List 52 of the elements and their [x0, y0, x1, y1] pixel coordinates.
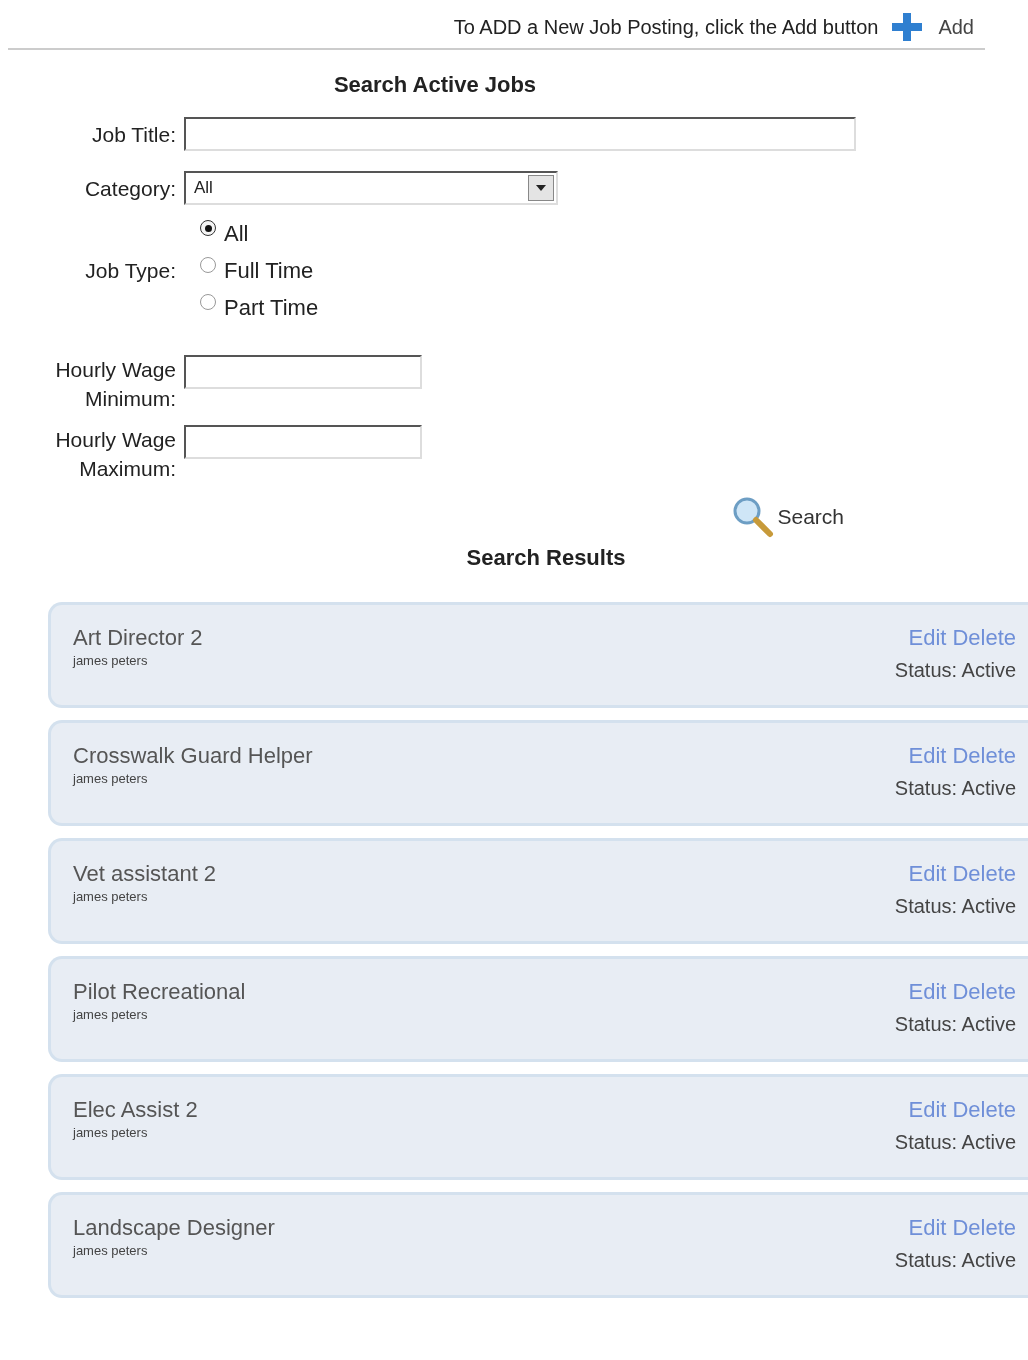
radio-label: Full Time	[224, 256, 314, 285]
edit-link[interactable]: Edit	[908, 625, 947, 651]
job-owner: james peters	[73, 1006, 149, 1024]
edit-link[interactable]: Edit	[908, 1215, 947, 1241]
job-title-field[interactable]	[184, 117, 856, 151]
radio-label: Part Time	[224, 293, 319, 322]
job-owner: james peters	[73, 888, 149, 906]
job-title: Pilot Recreational	[73, 979, 246, 1005]
status-text: Status: Active	[894, 1248, 1016, 1273]
section-title: Search Active Jobs	[333, 72, 537, 97]
delete-link[interactable]: Delete	[952, 743, 1016, 769]
status-text: Status: Active	[894, 1012, 1016, 1037]
job-title: Landscape Designer	[73, 1215, 275, 1241]
edit-link[interactable]: Edit	[908, 979, 947, 1005]
job-title: Crosswalk Guard Helper	[73, 743, 313, 769]
delete-link[interactable]: Delete	[952, 1097, 1016, 1123]
search-button[interactable]: Search	[731, 495, 844, 539]
field-label: Category:	[84, 176, 176, 200]
delete-link[interactable]: Delete	[952, 979, 1016, 1005]
job-owner: james peters	[73, 770, 149, 788]
wage-max-field[interactable]	[184, 425, 422, 459]
job-owner: james peters	[73, 652, 149, 670]
search-icon	[731, 495, 776, 539]
category-select[interactable]: All	[184, 171, 558, 205]
delete-link[interactable]: Delete	[952, 625, 1016, 651]
edit-link[interactable]: Edit	[908, 861, 947, 887]
status-text: Status: Active	[894, 776, 1016, 801]
edit-link[interactable]: Edit	[908, 1097, 947, 1123]
job-owner: james peters	[73, 1242, 149, 1260]
add-hint-text: To ADD a New Job Posting, click the Add button	[453, 15, 879, 40]
field-label: Hourly Wage Minimum:	[55, 358, 176, 410]
job-title: Art Director 2	[73, 625, 203, 651]
edit-link[interactable]: Edit	[908, 743, 947, 769]
delete-link[interactable]: Delete	[952, 1215, 1016, 1241]
job-title: Vet assistant 2	[73, 861, 217, 887]
job-owner: james peters	[73, 1124, 149, 1142]
add-button[interactable]: Add	[890, 11, 974, 43]
section-title: Search Results	[466, 545, 626, 570]
delete-link[interactable]: Delete	[952, 861, 1016, 887]
plus-icon	[890, 11, 925, 43]
job-title: Elec Assist 2	[73, 1097, 198, 1123]
status-text: Status: Active	[894, 658, 1016, 683]
radio-button[interactable]	[200, 257, 216, 273]
radio-button[interactable]	[200, 294, 216, 310]
radio-button[interactable]	[200, 220, 216, 236]
wage-min-field[interactable]	[184, 355, 422, 389]
field-label: Job Title:	[91, 122, 176, 146]
status-text: Status: Active	[894, 1130, 1016, 1155]
field-label: Job Type:	[85, 258, 176, 282]
field-label: Hourly Wage Maximum:	[55, 428, 176, 480]
radio-label: All	[224, 219, 249, 248]
status-text: Status: Active	[894, 894, 1016, 919]
